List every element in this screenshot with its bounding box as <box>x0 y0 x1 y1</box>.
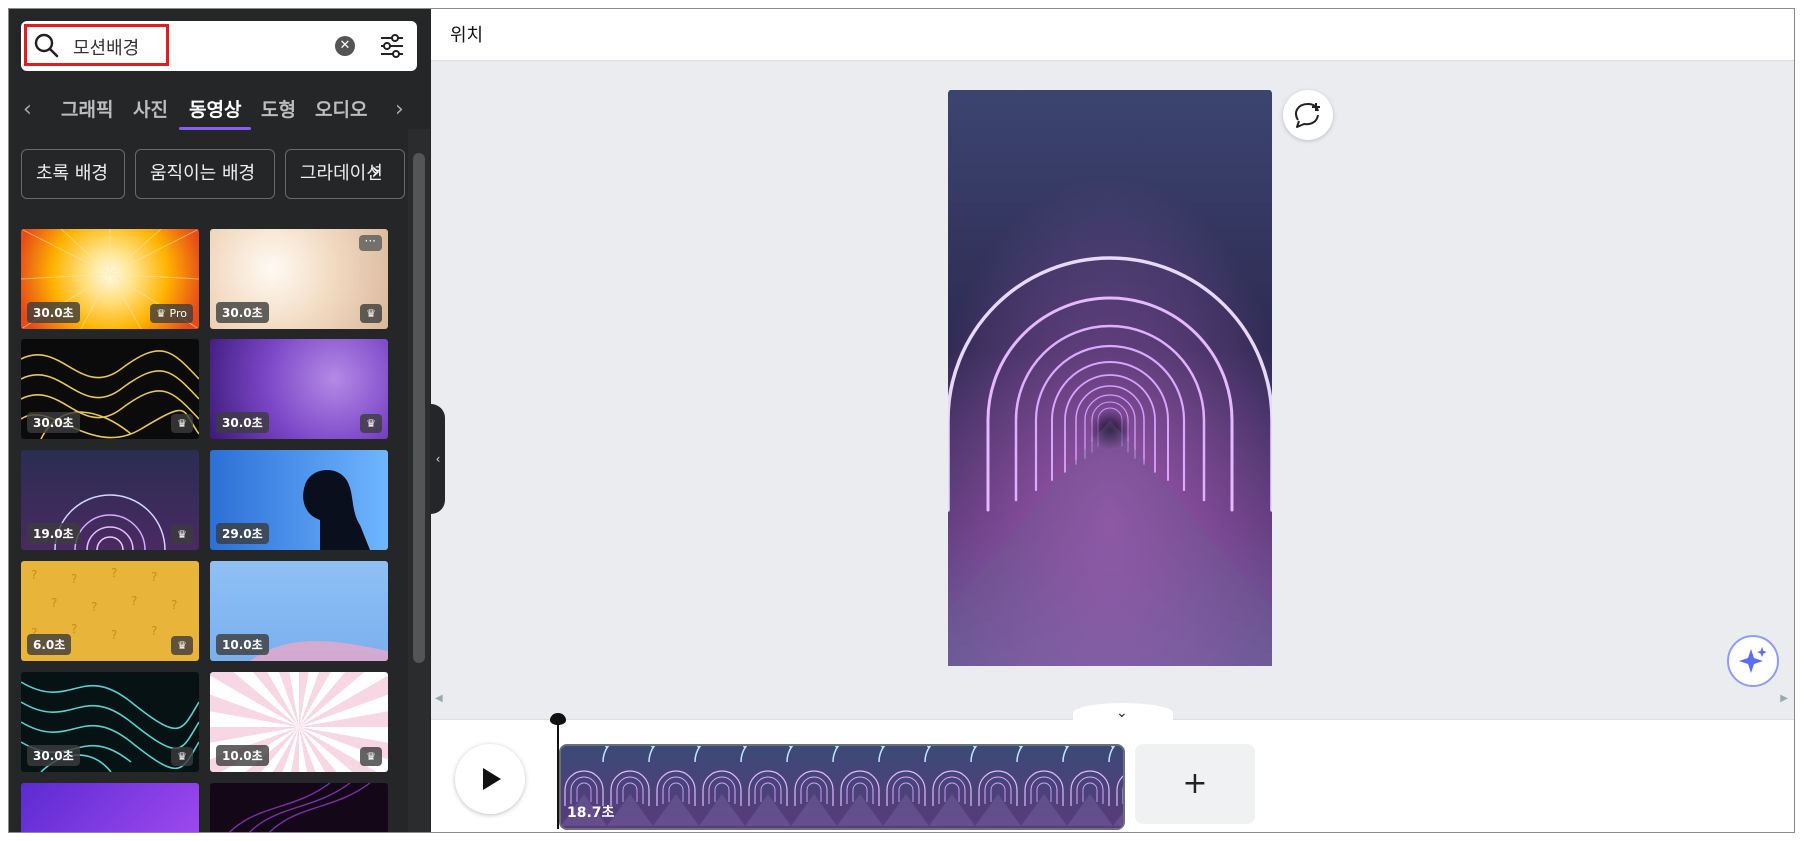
video-thumbnail[interactable]: ???????????? 6.0초 ♛ <box>21 561 199 661</box>
sparkle-icon <box>1739 647 1767 673</box>
search-input[interactable]: 모션배경 <box>73 34 139 60</box>
svg-text:?: ? <box>151 624 157 638</box>
tabs-prev-icon[interactable]: ‹ <box>23 97 32 122</box>
tabs-next-icon[interactable]: › <box>395 97 404 122</box>
crown-icon: ♛ <box>360 747 382 766</box>
duration-badge: 10.0초 <box>216 634 269 655</box>
playhead-handle[interactable] <box>550 713 566 725</box>
video-thumbnail[interactable]: 30.0초 ♛ <box>21 672 199 772</box>
clear-search-icon[interactable]: ✕ <box>335 36 355 56</box>
chevron-down-icon: ⌄ <box>1116 705 1128 721</box>
active-tab-indicator <box>179 127 251 130</box>
video-thumbnail[interactable] <box>21 783 199 832</box>
svg-text:?: ? <box>71 572 77 586</box>
crown-icon: ♛ <box>360 304 382 323</box>
svg-text:?: ? <box>91 600 97 614</box>
timeline-toggle[interactable]: ⌄ <box>1073 703 1173 723</box>
neon-tunnel-video <box>948 90 1272 666</box>
video-thumbnail[interactable]: ··· 30.0초 ♛ <box>210 229 388 329</box>
tab-shapes[interactable]: 도형 <box>261 95 296 122</box>
crown-icon: ♛ <box>360 414 382 433</box>
magic-assistant-button[interactable] <box>1727 635 1779 687</box>
duration-badge: 10.0초 <box>216 745 269 766</box>
duration-badge: 29.0초 <box>216 523 269 544</box>
video-thumbnail[interactable]: 29.0초 <box>210 450 388 550</box>
video-thumbnail[interactable]: 30.0초 ♛ <box>21 339 199 439</box>
tab-graphics[interactable]: 그래픽 <box>61 95 113 122</box>
position-label[interactable]: 위치 <box>450 21 483 47</box>
chevron-left-icon: ‹ <box>435 452 441 466</box>
add-comment-button[interactable] <box>1283 90 1333 140</box>
duration-badge: 19.0초 <box>27 523 80 544</box>
clip-duration: 18.7초 <box>567 805 615 821</box>
editor-topbar: 위치 <box>431 9 1794 61</box>
svg-text:?: ? <box>131 594 137 608</box>
tab-photos[interactable]: 사진 <box>133 95 168 122</box>
add-page-button[interactable]: + <box>1135 744 1255 824</box>
filter-icon[interactable] <box>379 33 405 59</box>
duration-badge: 30.0초 <box>27 745 80 766</box>
comment-add-icon <box>1295 102 1320 128</box>
timeline-clip[interactable]: 18.7초 <box>559 744 1125 830</box>
duration-badge: 30.0초 <box>216 302 269 323</box>
duration-badge: 30.0초 <box>27 412 80 433</box>
video-thumbnail[interactable]: 10.0초 <box>210 561 388 661</box>
svg-text:?: ? <box>111 566 117 580</box>
pro-badge: ♛ Pro <box>150 304 193 323</box>
tab-audio[interactable]: 오디오 <box>315 95 381 122</box>
chips-next-icon[interactable]: › <box>371 157 381 185</box>
duration-badge: 30.0초 <box>27 302 80 323</box>
collapse-panel-button[interactable]: ‹ <box>431 404 445 514</box>
crown-icon: ♛ <box>171 747 193 766</box>
crown-icon: ♛ <box>171 636 193 655</box>
svg-text:?: ? <box>71 622 77 636</box>
chip-gradient[interactable]: 그라데이션 <box>285 149 405 199</box>
chip-moving-background[interactable]: 움직이는 배경 <box>135 149 275 199</box>
video-thumbnail[interactable] <box>210 783 388 832</box>
svg-text:?: ? <box>31 568 37 582</box>
svg-text:?: ? <box>151 570 157 584</box>
sidebar-panel: 모션배경 ✕ ‹ 그래픽 사진 동영상 도형 오디오 › 초록 배경 움직이는 … <box>9 9 431 832</box>
search-box[interactable]: 모션배경 ✕ <box>21 21 417 71</box>
svg-text:?: ? <box>111 628 117 642</box>
crown-icon: ♛ <box>171 414 193 433</box>
clip-filmstrip <box>561 746 1123 828</box>
more-options-icon[interactable]: ··· <box>358 235 382 251</box>
category-tabs: ‹ 그래픽 사진 동영상 도형 오디오 › <box>9 87 431 137</box>
video-thumbnail[interactable]: 30.0초 ♛ Pro <box>21 229 199 329</box>
video-thumbnail[interactable]: 30.0초 ♛ <box>210 339 388 439</box>
scroll-right-icon[interactable]: ▶ <box>1780 693 1788 704</box>
video-thumbnail[interactable]: 19.0초 ♛ <box>21 450 199 550</box>
duration-badge: 6.0초 <box>27 634 72 655</box>
tab-videos[interactable]: 동영상 <box>189 95 241 122</box>
video-thumbnail[interactable]: 10.0초 ♛ <box>210 672 388 772</box>
crown-icon: ♛ <box>171 525 193 544</box>
sidebar-scroll-thumb[interactable] <box>413 153 425 663</box>
scroll-left-icon[interactable]: ◀ <box>435 693 443 704</box>
duration-badge: 30.0초 <box>216 412 269 433</box>
app-window: 모션배경 ✕ ‹ 그래픽 사진 동영상 도형 오디오 › 초록 배경 움직이는 … <box>8 8 1795 833</box>
play-icon <box>483 768 501 790</box>
crown-icon: ♛ <box>156 307 167 320</box>
chip-green-background[interactable]: 초록 배경 <box>21 149 125 199</box>
design-canvas[interactable] <box>948 90 1272 666</box>
svg-text:?: ? <box>171 598 177 612</box>
svg-text:?: ? <box>51 596 57 610</box>
play-button[interactable] <box>455 744 525 814</box>
search-icon <box>34 33 59 58</box>
